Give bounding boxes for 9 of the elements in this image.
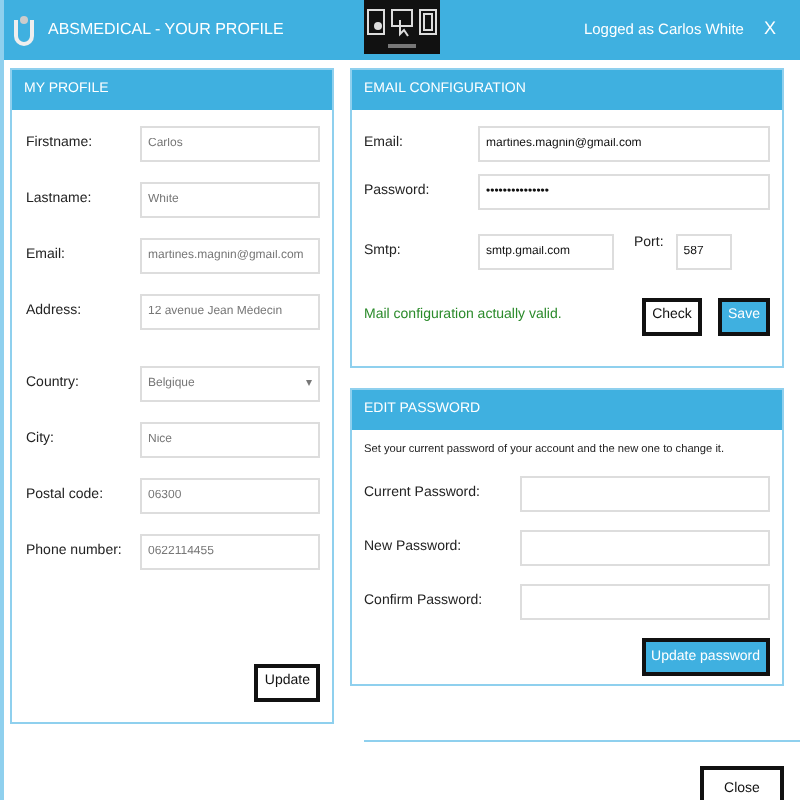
input-field[interactable] [520,584,770,621]
close-button[interactable]: X [755,16,784,44]
toolbar-handle[interactable] [388,44,416,48]
input-field[interactable] [520,476,770,513]
app-logo-icon [12,14,36,46]
window-title: ABSMEDICAL - YOUR PROFILE [48,18,284,42]
screen-pointer-icon[interactable] [390,6,414,38]
input-field[interactable] [520,530,770,567]
window-icon[interactable] [418,6,438,38]
